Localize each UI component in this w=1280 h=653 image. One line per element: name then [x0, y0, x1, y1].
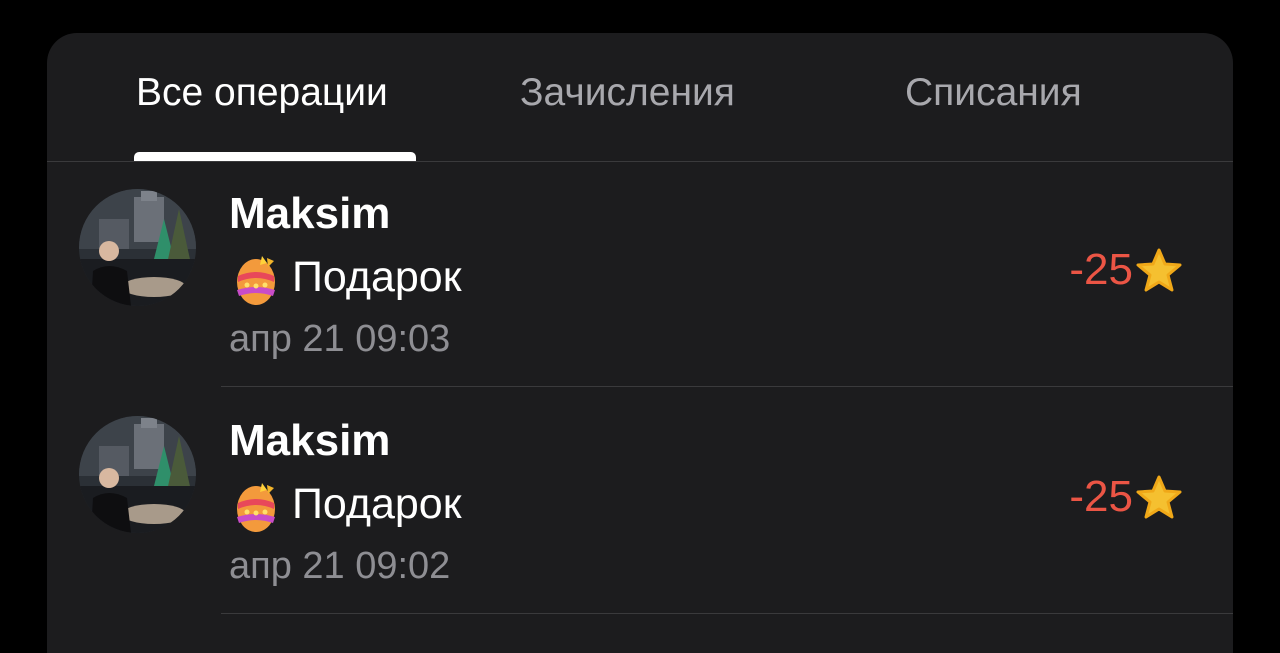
transaction-description: Подарок	[292, 480, 462, 528]
sender-name: Maksim	[229, 189, 391, 238]
tab-all-operations[interactable]: Все операции	[136, 71, 388, 115]
transaction-amount: -25	[1069, 472, 1133, 521]
tab-credits[interactable]: Зачисления	[520, 71, 735, 115]
row-divider	[221, 613, 1233, 614]
transaction-amount: -25	[1069, 245, 1133, 294]
easter-egg-icon	[234, 252, 278, 306]
avatar	[79, 416, 196, 533]
star-icon	[1135, 475, 1183, 521]
transaction-date: апр 21 09:02	[229, 545, 451, 587]
transaction-row[interactable]: Maksim Подарок апр 21 09:03 -25	[47, 161, 1233, 387]
transactions-panel: Все операции Зачисления Списания Maksim	[47, 33, 1233, 653]
transaction-description: Подарок	[292, 253, 462, 301]
star-icon	[1135, 248, 1183, 294]
sender-name: Maksim	[229, 416, 391, 465]
tab-bar: Все операции Зачисления Списания	[47, 33, 1233, 162]
tab-debits[interactable]: Списания	[905, 71, 1082, 115]
easter-egg-icon	[234, 479, 278, 533]
active-tab-indicator	[134, 152, 416, 161]
transaction-date: апр 21 09:03	[229, 318, 451, 360]
avatar	[79, 189, 196, 306]
row-divider	[221, 386, 1233, 387]
transaction-row[interactable]: Maksim Подарок апр 21 09:02 -25	[47, 388, 1233, 614]
